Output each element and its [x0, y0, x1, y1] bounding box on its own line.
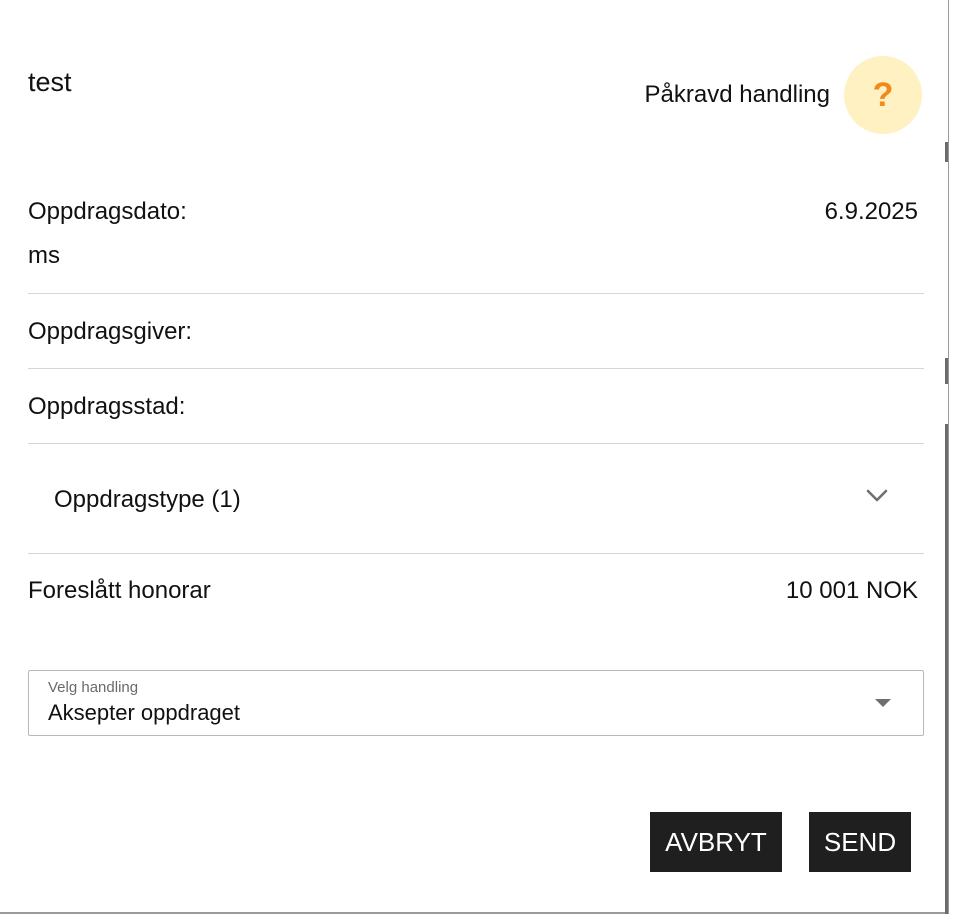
cancel-button[interactable]: AVBRYT: [650, 812, 782, 872]
fee-value: 10 001 NOK: [785, 577, 918, 604]
dialog-title: test: [28, 67, 72, 97]
divider: [28, 293, 924, 294]
chevron-down-icon[interactable]: [866, 489, 888, 503]
action-select-value: Aksepter oppdraget: [48, 700, 241, 725]
client-label: Oppdragsgiver:: [28, 318, 193, 345]
assignment-type-label: Oppdragstype (1): [54, 486, 241, 513]
question-icon[interactable]: ?: [844, 56, 922, 134]
scrollbar-edge: [945, 424, 948, 914]
divider: [28, 553, 924, 554]
assignment-type-accordion[interactable]: Oppdragstype (1): [28, 444, 924, 552]
divider: [28, 368, 924, 369]
scrollbar-edge: [945, 142, 948, 162]
date-value: 6.9.2025: [824, 198, 918, 225]
action-select-caption: Velg handling: [48, 679, 139, 696]
dropdown-arrow-icon[interactable]: [875, 699, 891, 707]
action-select[interactable]: Velg handling Aksepter oppdraget: [28, 670, 924, 736]
date-sub-value: ms: [28, 242, 60, 269]
location-label: Oppdragsstad:: [28, 393, 186, 420]
status-indicator: Påkravd handling ?: [644, 56, 922, 134]
send-button[interactable]: SEND: [809, 812, 911, 872]
question-icon-glyph: ?: [872, 76, 894, 114]
status-label: Påkravd handling: [644, 81, 830, 108]
scrollbar-edge: [945, 358, 948, 384]
date-label: Oppdragsdato:: [28, 198, 187, 225]
assignment-dialog: test Påkravd handling ? Oppdragsdato: 6.…: [0, 0, 949, 914]
fee-label: Foreslått honorar: [28, 577, 211, 604]
